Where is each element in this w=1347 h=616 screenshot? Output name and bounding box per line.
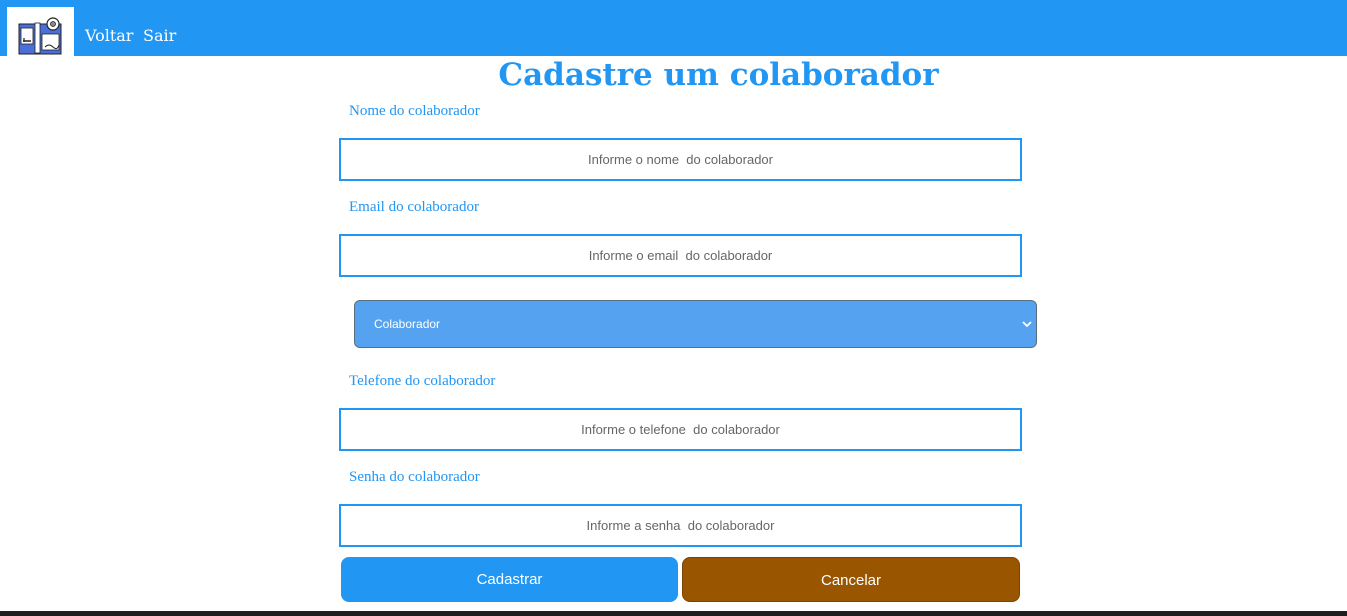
- chevron-down-icon: [1022, 321, 1032, 328]
- nav-link-sair[interactable]: Sair: [143, 26, 176, 46]
- app-logo-icon: [18, 17, 62, 55]
- cadastrar-button[interactable]: Cadastrar: [341, 557, 678, 602]
- email-input[interactable]: [339, 234, 1022, 277]
- role-select[interactable]: Colaborador: [354, 300, 1037, 348]
- name-input[interactable]: [339, 138, 1022, 181]
- phone-input[interactable]: [339, 408, 1022, 451]
- password-field-label: Senha do colaborador: [349, 469, 480, 485]
- app-logo[interactable]: [7, 7, 74, 56]
- password-input[interactable]: [339, 504, 1022, 547]
- cancelar-button[interactable]: Cancelar: [682, 557, 1020, 602]
- name-field-label: Nome do colaborador: [349, 103, 480, 119]
- role-select-value: Colaborador: [374, 317, 441, 331]
- nav-link-voltar[interactable]: Voltar: [85, 26, 133, 46]
- phone-field-label: Telefone do colaborador: [349, 373, 496, 389]
- email-field-label: Email do colaborador: [349, 199, 479, 215]
- page-title: Cadastre um colaborador: [498, 57, 939, 93]
- bottom-edge-bar: [0, 611, 1347, 616]
- top-navbar: Voltar Sair: [0, 0, 1347, 56]
